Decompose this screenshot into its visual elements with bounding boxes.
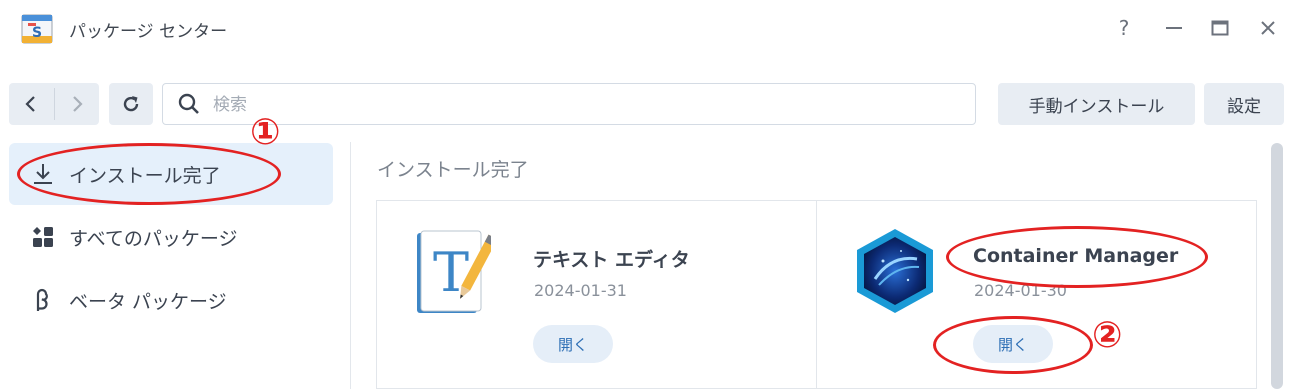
window-title: パッケージ センター (69, 22, 228, 42)
text-editor-icon: T (411, 227, 498, 317)
sidebar-item-all-packages[interactable]: すべてのパッケージ (9, 206, 333, 268)
help-button[interactable]: ? (1112, 16, 1136, 40)
manual-install-button[interactable]: 手動インストール (998, 83, 1195, 125)
package-center-icon: S (20, 12, 54, 46)
container-manager-icon (853, 225, 937, 317)
sidebar-item-label: ベータ パッケージ (69, 291, 227, 313)
scrollbar[interactable] (1271, 143, 1283, 389)
refresh-button[interactable] (109, 83, 153, 125)
beta-icon (31, 288, 55, 312)
chevron-right-icon (73, 96, 83, 112)
maximize-icon (1211, 20, 1229, 36)
annotation-ring-open-button (933, 316, 1093, 374)
svg-text:S: S (32, 25, 42, 41)
open-button[interactable]: 開く (533, 325, 613, 363)
maximize-button[interactable] (1208, 16, 1232, 40)
grid-icon (31, 225, 55, 249)
close-icon (1261, 21, 1275, 35)
back-button[interactable] (9, 83, 53, 125)
package-card-text-editor[interactable]: T テキスト エディタ 2024-01-31 開く (376, 200, 817, 389)
search-box[interactable] (162, 83, 976, 125)
sidebar-item-beta-packages[interactable]: ベータ パッケージ (9, 269, 333, 331)
annotation-ring-installed (17, 143, 281, 205)
minimize-icon (1166, 27, 1182, 29)
settings-button[interactable]: 設定 (1204, 83, 1284, 125)
annotation-ring-container-manager (946, 226, 1208, 288)
help-icon: ? (1118, 16, 1130, 40)
refresh-icon (123, 96, 139, 112)
sidebar-item-label: すべてのパッケージ (69, 228, 238, 250)
package-date: 2024-01-31 (534, 281, 627, 300)
search-input[interactable] (211, 92, 955, 118)
package-name: テキスト エディタ (533, 249, 690, 271)
search-icon (178, 93, 199, 114)
close-button[interactable] (1256, 16, 1280, 40)
annotation-number-2: ② (1092, 315, 1123, 356)
annotation-number-1: ① (250, 112, 281, 153)
minimize-button[interactable] (1162, 16, 1186, 40)
sidebar-divider (350, 142, 351, 389)
section-title: インストール完了 (377, 159, 529, 181)
chevron-left-icon (25, 96, 35, 112)
forward-button[interactable] (55, 83, 99, 125)
